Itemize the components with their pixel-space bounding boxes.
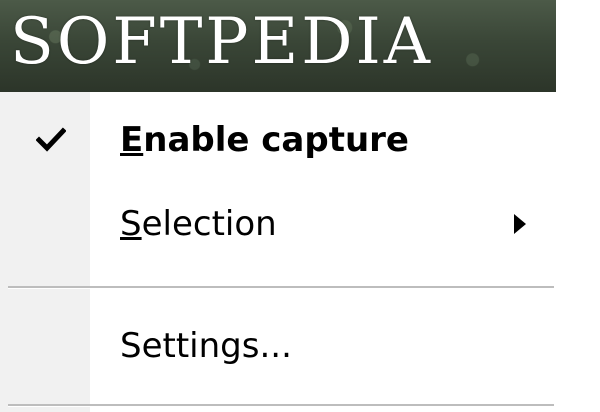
menu-item-label: Selection <box>120 204 277 244</box>
check-icon <box>36 127 66 152</box>
menu-right-edge <box>556 92 600 412</box>
menu-item-label-rest: nable capture <box>143 120 409 160</box>
menu-item-label: Settings... <box>120 326 292 366</box>
mnemonic-letter: S <box>120 204 142 244</box>
menu-separator <box>8 286 554 289</box>
context-menu: Enable capture Selection Settings... <box>0 92 556 412</box>
screenshot-root: SOFTPEDIA Enable capture Selection Setti… <box>0 0 600 412</box>
menu-item-label: Enable capture <box>120 120 409 160</box>
menu-item-settings[interactable]: Settings... <box>0 306 556 386</box>
banner-right-edge <box>556 0 600 92</box>
menu-separator <box>8 404 554 407</box>
submenu-arrow-icon <box>514 214 526 234</box>
softpedia-banner: SOFTPEDIA <box>0 0 556 92</box>
menu-item-selection[interactable]: Selection <box>0 184 556 264</box>
softpedia-logo: SOFTPEDIA <box>10 5 433 79</box>
menu-item-label-rest: election <box>141 204 277 244</box>
menu-item-enable-capture[interactable]: Enable capture <box>0 100 556 180</box>
mnemonic-letter: E <box>120 120 144 160</box>
